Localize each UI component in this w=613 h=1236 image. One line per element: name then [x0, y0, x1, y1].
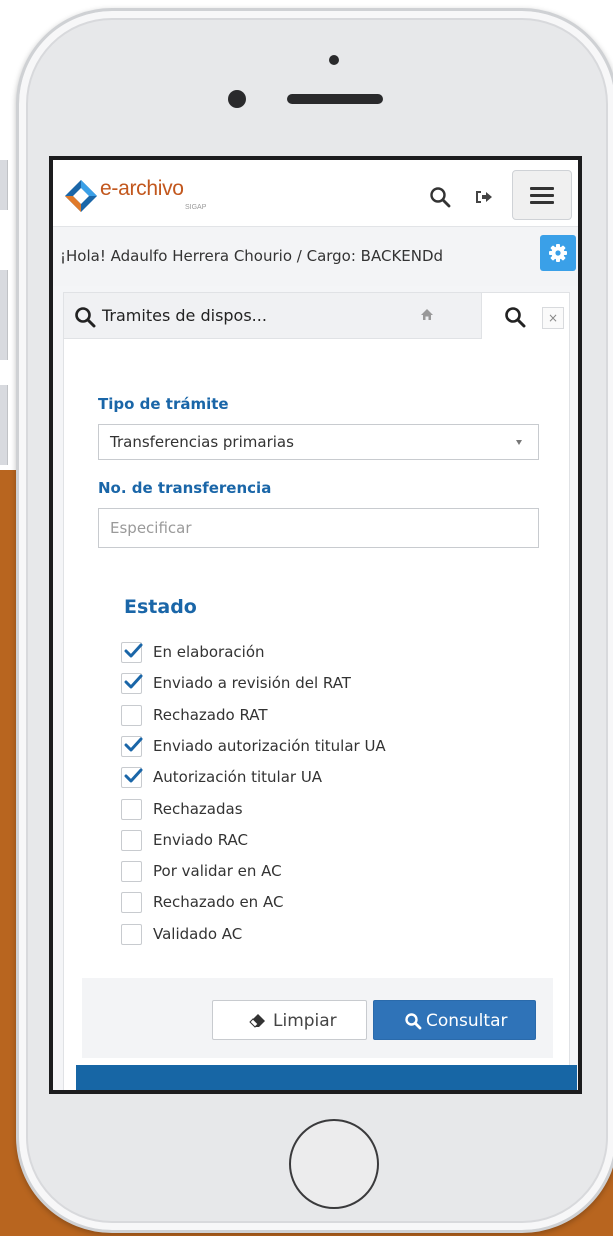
checkbox[interactable]: [121, 673, 143, 695]
tab-title: Tramites de dispos...: [102, 306, 267, 325]
app-header: e-archivo SIGAP: [53, 160, 578, 226]
greeting-bar: ¡Hola! Adaulfo Herrera Chourio / Cargo: …: [53, 226, 578, 286]
checkmark-icon: [124, 737, 143, 752]
checkmark-icon: [124, 643, 143, 658]
checkmark-icon: [124, 674, 143, 689]
checkbox[interactable]: [121, 767, 143, 789]
no-transferencia-input[interactable]: [98, 508, 539, 548]
limpiar-label: Limpiar: [273, 1011, 337, 1031]
logo-subtext: SIGAP: [185, 204, 207, 211]
settings-button[interactable]: [540, 235, 576, 271]
caret-down-icon: [516, 440, 522, 445]
checkbox-label: Validado AC: [153, 924, 243, 943]
checkbox-label: Enviado RAC: [153, 830, 248, 849]
logo-text[interactable]: e-archivo: [100, 177, 184, 201]
tipo-tramite-label: Tipo de trámite: [98, 395, 229, 413]
phone-home-button[interactable]: [289, 1119, 379, 1209]
search-icon: [505, 307, 526, 328]
actions-footer: Limpiar Consultar: [82, 978, 553, 1058]
checkbox-label: Rechazadas: [153, 799, 243, 818]
footer-blue-strip: [76, 1065, 577, 1090]
background-stripe: [0, 270, 8, 360]
tipo-tramite-select[interactable]: Transferencias primarias: [98, 424, 539, 460]
consultar-button[interactable]: Consultar: [373, 1000, 536, 1040]
no-transferencia-label: No. de transferencia: [98, 479, 272, 497]
tab-bar: Tramites de dispos... ×: [64, 293, 569, 339]
tab-search-active[interactable]: ×: [481, 293, 569, 339]
checkbox[interactable]: [121, 829, 142, 851]
checkbox-label: Por validar en AC: [153, 862, 282, 881]
limpiar-button[interactable]: Limpiar: [212, 1000, 367, 1040]
consultar-label: Consultar: [426, 1011, 508, 1031]
phone-screen: e-archivo SIGAP ¡Hola! Adaulfo Herrera C…: [49, 156, 582, 1094]
checkmark-icon: [124, 768, 143, 783]
checkbox[interactable]: [121, 735, 143, 757]
estado-title: Estado: [124, 596, 197, 618]
checkbox-label: En elaboración: [153, 643, 265, 661]
tab-tramites[interactable]: Tramites de dispos...: [64, 293, 481, 338]
search-panel: Tramites de dispos... × Tipo de trámite …: [63, 292, 577, 1090]
hamburger-menu-icon: [530, 187, 554, 190]
home-icon[interactable]: [420, 308, 434, 321]
search-icon[interactable]: [429, 186, 451, 208]
search-icon: [405, 1013, 422, 1030]
phone-camera: [228, 90, 246, 108]
checkbox[interactable]: [121, 892, 142, 914]
checkbox[interactable]: [121, 704, 142, 726]
checkbox[interactable]: [121, 798, 142, 820]
checkbox[interactable]: [121, 861, 142, 883]
hamburger-menu-button[interactable]: [512, 170, 572, 220]
checkbox-label: Rechazado RAT: [153, 705, 268, 724]
diamond-logo-icon[interactable]: [63, 178, 99, 214]
background-stripe: [0, 160, 8, 210]
background-stripe: [0, 385, 8, 465]
checkbox-label: Enviado a revisión del RAT: [153, 674, 351, 693]
checkbox-label: Autorización titular UA: [153, 768, 323, 787]
checkbox-label: Rechazado en AC: [153, 893, 284, 912]
tipo-tramite-value: Transferencias primarias: [110, 433, 294, 451]
search-icon: [75, 307, 96, 328]
phone-sensor: [329, 55, 339, 65]
sign-out-icon[interactable]: [474, 188, 494, 206]
tab-close-button[interactable]: ×: [542, 307, 564, 329]
gear-icon: [549, 244, 567, 262]
greeting-text: ¡Hola! Adaulfo Herrera Chourio / Cargo: …: [60, 247, 444, 265]
phone-speaker: [287, 94, 383, 104]
checkbox[interactable]: [121, 642, 143, 663]
eraser-icon: [249, 1014, 265, 1028]
checkbox-label: Enviado autorización titular UA: [153, 736, 386, 755]
checkbox[interactable]: [121, 923, 142, 945]
